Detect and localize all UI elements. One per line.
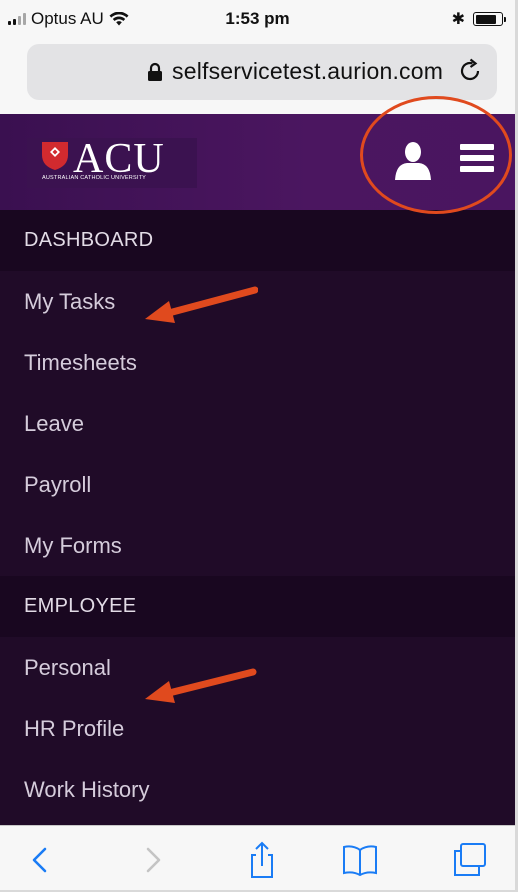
nav-item-hr-profile[interactable]: HR Profile (0, 698, 515, 759)
nav-section-dashboard[interactable]: DASHBOARD (0, 210, 515, 271)
status-right: ✱ (451, 9, 506, 29)
reload-icon[interactable] (457, 58, 483, 84)
book-icon[interactable] (340, 840, 380, 880)
shield-icon (42, 142, 68, 170)
phone-screen: Optus AU 1:53 pm ✱ selfservicetest.aurio… (0, 0, 518, 892)
back-chevron-icon[interactable] (20, 840, 60, 880)
status-time: 1:53 pm (225, 9, 290, 28)
status-bar: Optus AU 1:53 pm ✱ (0, 0, 515, 36)
share-icon[interactable] (242, 840, 282, 880)
annotation-arrow-my-tasks (145, 286, 258, 323)
annotation-circle (360, 96, 512, 214)
bluetooth-icon: ✱ (451, 11, 465, 28)
forward-chevron-icon[interactable] (133, 840, 173, 880)
battery-icon (473, 12, 506, 26)
nav-item-payroll[interactable]: Payroll (0, 454, 515, 515)
annotation-arrow-personal (145, 668, 257, 703)
lock-icon (148, 62, 162, 81)
nav-item-timesheets[interactable]: Timesheets (0, 332, 515, 393)
url-text: selfservicetest.aurion.com (172, 58, 444, 84)
nav-item-leave[interactable]: Leave (0, 393, 515, 454)
nav-item-work-history[interactable]: Work History (0, 759, 515, 820)
nav-item-my-forms[interactable]: My Forms (0, 515, 515, 576)
acu-logo[interactable]: ACU AUSTRALIAN CATHOLIC UNIVERSITY (27, 136, 197, 188)
logo-subtitle: AUSTRALIAN CATHOLIC UNIVERSITY (42, 175, 146, 181)
nav-section-employee[interactable]: EMPLOYEE (0, 576, 515, 637)
address-bar[interactable]: selfservicetest.aurion.com (27, 44, 497, 100)
tabs-icon[interactable] (450, 840, 490, 880)
browser-toolbar (0, 825, 515, 890)
